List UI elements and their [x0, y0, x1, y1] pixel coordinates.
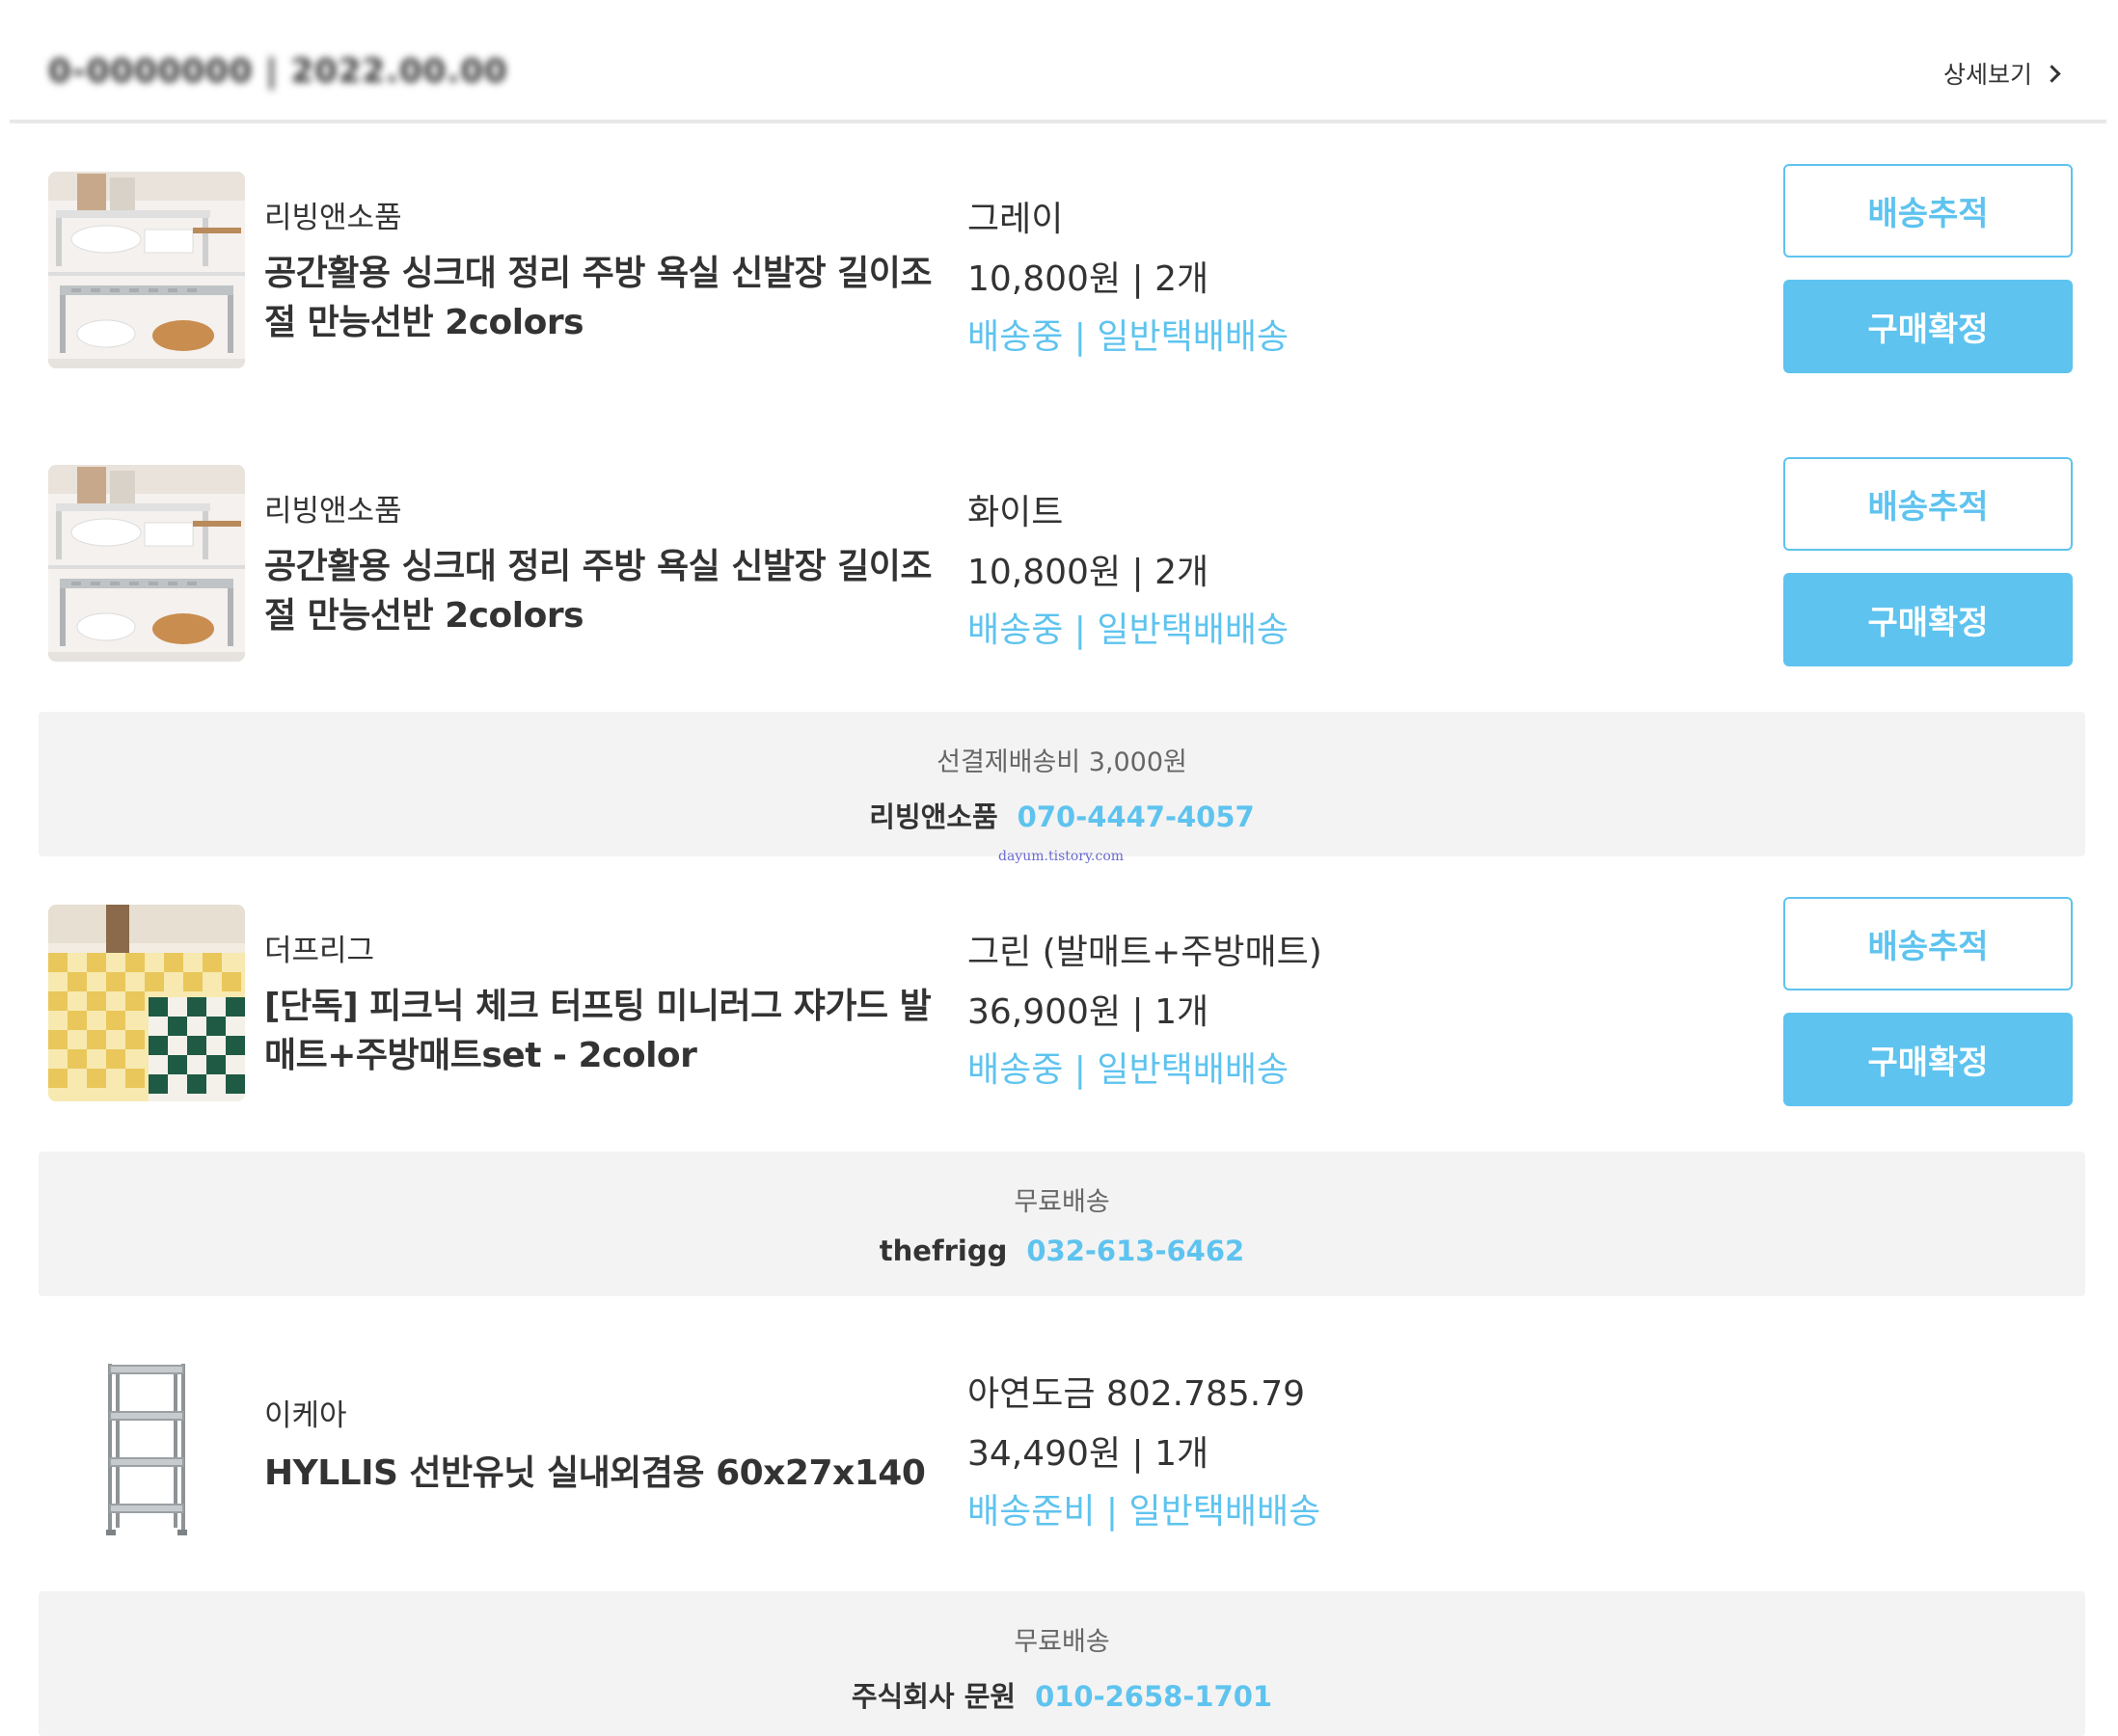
watermark: dayum.tistory.com: [998, 849, 1125, 864]
metal-shelf-unit-icon[interactable]: [48, 1354, 245, 1551]
product-price: 10,800원 | 2개: [967, 259, 1209, 299]
order-header: 0-0000000 | 2022.00.00 상세보기: [10, 0, 2106, 123]
delivery-status: 배송준비 | 일반택배배송: [967, 1492, 1321, 1532]
shipping-fee: 선결제배송비 3,000원: [937, 747, 1187, 777]
shipping-seller-name: thefrigg: [879, 1234, 1008, 1267]
order-item: 리빙앤소품 공간활용 싱크대 정리 주방 욕실 신발장 길이조절 만능선반 2c…: [0, 164, 2118, 380]
seller-name: 리빙앤소품: [264, 201, 402, 235]
shipping-fee: 무료배송: [1014, 1627, 1110, 1657]
shelf-photo-icon[interactable]: [48, 465, 245, 662]
confirm-purchase-button[interactable]: 구매확정: [1783, 573, 2073, 666]
product-price: 34,490원 | 1개: [967, 1434, 1209, 1474]
view-details-link[interactable]: 상세보기: [1942, 56, 2061, 91]
check-rug-photo-icon[interactable]: [48, 905, 245, 1101]
product-option: 아연도금 802.785.79: [967, 1374, 1306, 1414]
shipping-info-box: 선결제배송비 3,000원 리빙앤소품 070-4447-4057: [39, 712, 2085, 856]
product-option: 그레이: [967, 200, 1064, 239]
track-delivery-button[interactable]: 배송추적: [1783, 457, 2073, 551]
shipping-seller-name: 주식회사 문원: [851, 1680, 1017, 1713]
product-option: 화이트: [967, 493, 1064, 532]
seller-phone-link[interactable]: 010-2658-1701: [1035, 1680, 1272, 1713]
track-delivery-button[interactable]: 배송추적: [1783, 897, 2073, 990]
shipping-info-box: 무료배송 thefrigg 032-613-6462: [39, 1152, 2085, 1296]
seller-phone-link[interactable]: 070-4447-4057: [1018, 800, 1255, 833]
seller-name: 더프리그: [264, 934, 375, 968]
order-id: 0-0000000 | 2022.00.00: [48, 52, 508, 91]
view-details-label: 상세보기: [1942, 61, 2032, 89]
seller-contact: 주식회사 문원 010-2658-1701: [39, 1674, 2085, 1715]
confirm-purchase-button[interactable]: 구매확정: [1783, 1013, 2073, 1106]
product-title[interactable]: 공간활용 싱크대 정리 주방 욕실 신발장 길이조절 만능선반 2colors: [264, 249, 959, 347]
shipping-seller-name: 리빙앤소품: [869, 800, 998, 833]
product-title[interactable]: 공간활용 싱크대 정리 주방 욕실 신발장 길이조절 만능선반 2colors: [264, 542, 959, 640]
delivery-status: 배송중 | 일반택배배송: [967, 610, 1290, 650]
seller-name: 이케아: [264, 1398, 347, 1433]
track-delivery-button[interactable]: 배송추적: [1783, 164, 2073, 258]
seller-phone-link[interactable]: 032-613-6462: [1026, 1234, 1244, 1267]
product-title[interactable]: HYLLIS 선반유닛 실내외겸용 60x27x140: [264, 1449, 959, 1498]
product-option: 그린 (발매트+주방매트): [967, 933, 1322, 972]
shipping-fee: 무료배송: [1014, 1187, 1110, 1217]
chevron-right-icon: [2043, 64, 2061, 83]
shipping-info-box: 무료배송 주식회사 문원 010-2658-1701: [39, 1591, 2085, 1736]
order-item: 이케아 HYLLIS 선반유닛 실내외겸용 60x27x140 아연도금 802…: [0, 1343, 2118, 1555]
seller-contact: thefrigg 032-613-6462: [39, 1234, 2085, 1267]
delivery-status: 배송중 | 일반택배배송: [967, 317, 1290, 357]
delivery-status: 배송중 | 일반택배배송: [967, 1050, 1290, 1090]
product-title[interactable]: [단독] 피크닉 체크 터프팅 미니러그 쟈가드 발매트+주방매트set - 2…: [264, 982, 959, 1080]
seller-contact: 리빙앤소품 070-4447-4057: [39, 795, 2085, 835]
confirm-purchase-button[interactable]: 구매확정: [1783, 280, 2073, 373]
order-item: 더프리그 [단독] 피크닉 체크 터프팅 미니러그 쟈가드 발매트+주방매트se…: [0, 897, 2118, 1113]
shelf-photo-icon[interactable]: [48, 172, 245, 368]
product-price: 10,800원 | 2개: [967, 553, 1209, 592]
order-item: 리빙앤소품 공간활용 싱크대 정리 주방 욕실 신발장 길이조절 만능선반 2c…: [0, 457, 2118, 673]
seller-name: 리빙앤소품: [264, 494, 402, 529]
product-price: 36,900원 | 1개: [967, 992, 1209, 1032]
